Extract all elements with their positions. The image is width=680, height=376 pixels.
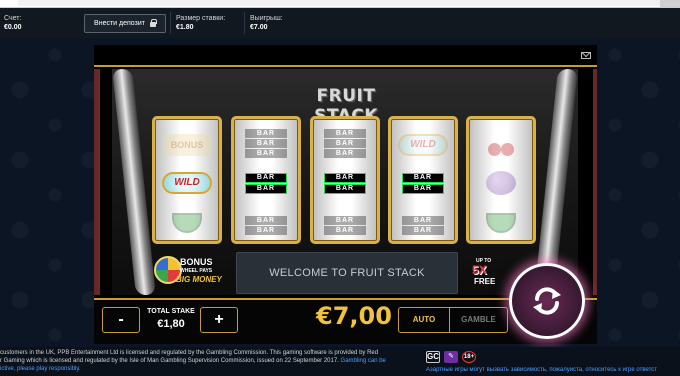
bar-symbol: BAR: [245, 183, 287, 194]
bar-symbol: BAR: [324, 215, 366, 225]
curtain-left: [94, 69, 100, 295]
bar-symbol: BAR: [245, 225, 287, 235]
stake-value: €1.80: [176, 24, 194, 31]
reel-5: [466, 116, 536, 244]
reel-symbol: BAR BAR: [391, 163, 455, 203]
melon-icon: [172, 213, 202, 233]
bar-symbol: BAR: [402, 225, 444, 235]
reel-symbol: BAR BAR BAR: [313, 123, 377, 163]
bonus-symbol: BONUS: [163, 134, 211, 156]
reel-symbol: BAR BAR: [313, 205, 377, 241]
win-label: Выигрыш:: [250, 15, 283, 22]
bonus-wheel-badge: BONUS WHEEL PAYS BIG MONEY: [152, 254, 228, 288]
multiplier-badge: UP TO 5X FREE: [470, 256, 512, 288]
legal-line: customers in the UK, PPB Entertainment L…: [0, 350, 379, 356]
account-header: Счет: €0.00 Внести депозит Размер ставки…: [0, 8, 680, 38]
spin-icon: [533, 287, 561, 315]
increase-stake-button[interactable]: +: [200, 307, 238, 333]
bar-symbol: BAR: [245, 148, 287, 158]
responsible-gambling-link-cont[interactable]: ictive, please play responsibly.: [0, 366, 81, 372]
reel-3: BAR BAR BAR BAR BAR BAR BAR: [310, 116, 380, 244]
legal-line: ictive, please play responsibly.: [0, 365, 420, 373]
reel-symbol: BAR BAR: [313, 163, 377, 203]
bonus-badge-tagline: BIG MONEY: [176, 275, 222, 284]
stake-label: Размер ставки:: [176, 15, 226, 22]
reel-symbol: BAR BAR BAR: [234, 123, 298, 163]
bar-symbol: BAR: [402, 215, 444, 225]
bar-symbol: BAR: [402, 183, 444, 194]
total-stake-value: €1,80: [157, 318, 185, 330]
autoplay-button[interactable]: AUTO: [399, 308, 449, 332]
bar-symbol: BAR: [324, 172, 366, 183]
melon-icon: [486, 213, 516, 233]
machine-top-bar: [94, 45, 597, 67]
plum-icon: [486, 171, 516, 195]
address-bar[interactable]: [18, 0, 660, 6]
total-stake-label: TOTAL STAKE: [147, 308, 195, 315]
legal-line-text: r Gaming which is licensed and regulated…: [0, 358, 339, 364]
responsible-gaming-warning[interactable]: Азартные игры могут вызвать зависимость,…: [426, 367, 680, 373]
reel-4: WILD BAR BAR BAR BAR: [388, 116, 458, 244]
reel-symbol: [469, 163, 533, 203]
play-mode-group: AUTO GAMBLE: [398, 307, 508, 333]
curtain-right: [593, 69, 597, 295]
balance-value: €0.00: [4, 24, 22, 31]
game-message: WELCOME TO FRUIT STACK: [236, 252, 458, 294]
bar-symbol: BAR: [324, 183, 366, 194]
bar-symbol: BAR: [324, 138, 366, 148]
top-strip: [0, 0, 680, 8]
header-divider: [170, 12, 171, 34]
deposit-button[interactable]: Внести депозит: [84, 14, 166, 33]
reel-1: BONUS WILD: [152, 116, 222, 244]
legal-footer: customers in the UK, PPB Entertainment L…: [0, 347, 680, 376]
legal-text: customers in the UK, PPB Entertainment L…: [0, 349, 420, 373]
wild-symbol: WILD: [398, 134, 448, 156]
age-restriction-icon: 18+: [462, 351, 476, 363]
multiplier-value: 5X: [472, 263, 487, 277]
chrome-pillar-left: [112, 69, 156, 295]
bar-symbol: BAR: [324, 148, 366, 158]
responsible-gambling-link[interactable]: Gambling can be: [341, 358, 386, 364]
win-value: €7.00: [250, 24, 268, 31]
reel-symbol: WILD: [155, 163, 219, 203]
bar-symbol: BAR: [245, 215, 287, 225]
reel-symbol: BONUS: [155, 125, 219, 165]
bar-symbol: BAR: [245, 172, 287, 183]
reel-symbol: BAR BAR: [391, 205, 455, 241]
legal-line: r Gaming which is licensed and regulated…: [0, 357, 420, 365]
cherry-icon: [487, 134, 515, 156]
bar-symbol: BAR: [245, 138, 287, 148]
header-divider: [244, 12, 245, 34]
lock-icon: [149, 19, 157, 27]
reel-symbol: [469, 125, 533, 165]
multiplier-free: FREE: [474, 277, 496, 286]
gamcare-icon[interactable]: ✎: [444, 351, 458, 363]
reel-symbol: BAR BAR: [234, 163, 298, 203]
reel-symbol: [469, 203, 533, 241]
bar-symbol: BAR: [324, 225, 366, 235]
bar-symbol: BAR: [245, 128, 287, 138]
gambling-commission-icon[interactable]: GC: [426, 351, 440, 363]
deposit-button-label: Внести депозит: [94, 20, 145, 27]
balance-label: Счет:: [4, 15, 22, 22]
bonus-badge-subtitle: WHEEL PAYS: [180, 268, 213, 274]
reel-symbol: BAR BAR: [234, 205, 298, 241]
spin-button[interactable]: [509, 263, 585, 339]
bonus-badge-title: BONUS: [180, 257, 213, 267]
reel-symbol: [155, 203, 219, 241]
game-logo: FRUIT STACK: [314, 86, 377, 126]
mail-icon[interactable]: [581, 52, 591, 59]
bar-symbol: BAR: [324, 128, 366, 138]
gamble-button[interactable]: GAMBLE: [449, 308, 507, 332]
bar-symbol: BAR: [402, 172, 444, 183]
win-display: €7,00: [316, 302, 392, 330]
reel-symbol: WILD: [391, 125, 455, 165]
window-corner: [660, 0, 680, 7]
wild-symbol: WILD: [162, 172, 212, 194]
reel-2: BAR BAR BAR BAR BAR BAR BAR: [231, 116, 301, 244]
chrome-pillar-right: [534, 69, 578, 295]
decrease-stake-button[interactable]: -: [102, 307, 140, 333]
